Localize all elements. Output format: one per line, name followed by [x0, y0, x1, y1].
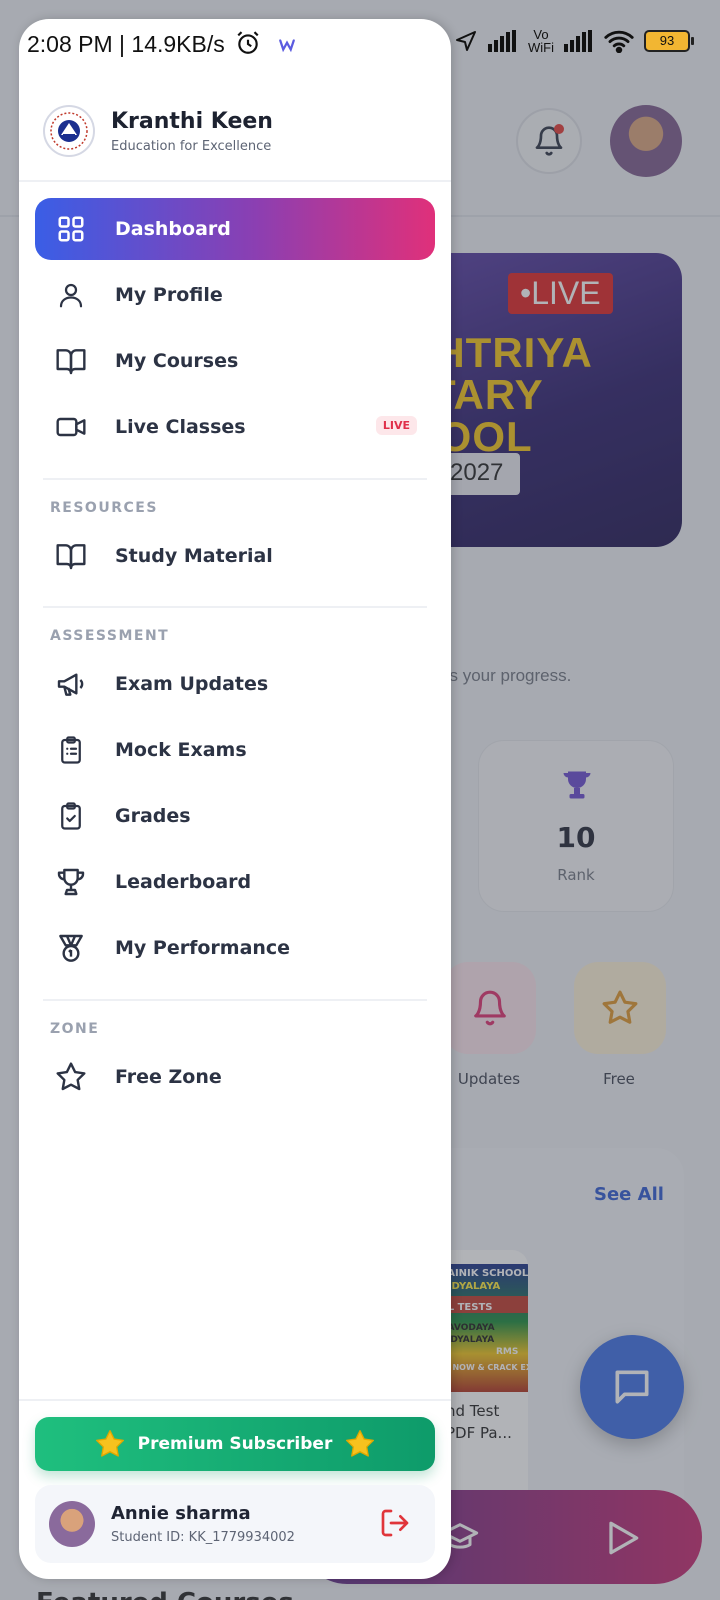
app-w-icon [278, 39, 295, 53]
nav-item-exam-updates[interactable]: Exam Updates [35, 653, 435, 715]
brand-tagline: Education for Excellence [111, 138, 272, 154]
premium-subscriber-badge[interactable]: Premium Subscriber [35, 1417, 435, 1471]
user-info: Annie sharma Student ID: KK_1779934002 [111, 1503, 295, 1545]
clipboard-check-icon [51, 796, 91, 836]
nav-item-label: Dashboard [115, 218, 231, 240]
section-title-resources: RESOURCES [50, 500, 158, 516]
megaphone-icon [51, 664, 91, 704]
star-icon [95, 1430, 124, 1457]
user-name: Annie sharma [111, 1503, 251, 1524]
wifi-icon [604, 30, 634, 53]
brand-divider [19, 180, 451, 182]
academy-logo [43, 105, 95, 157]
nav-item-free-zone[interactable]: Free Zone [35, 1046, 435, 1108]
section-divider [43, 606, 427, 608]
vowifi-bottom: WiFi [528, 40, 554, 55]
logout-icon[interactable] [379, 1507, 411, 1539]
brand-name: Kranthi Keen [111, 108, 273, 134]
status-time: 2:08 PM | 14.9KB/s [27, 30, 296, 58]
grid-icon [51, 209, 91, 249]
signal-icon [564, 30, 592, 52]
nav-item-label: Free Zone [115, 1066, 222, 1088]
nav-item-label: My Performance [115, 937, 291, 959]
section-title-assessment: ASSESSMENT [50, 628, 170, 644]
nav-item-label: Mock Exams [115, 739, 247, 761]
trophy-icon [51, 862, 91, 902]
clipboard-list-icon [51, 730, 91, 770]
nav-item-live-classes[interactable]: Live Classes LIVE [35, 396, 435, 458]
nav-item-label: Exam Updates [115, 673, 269, 695]
star-icon [346, 1430, 375, 1457]
user-card[interactable]: Annie sharma Student ID: KK_1779934002 [35, 1485, 435, 1563]
nav-item-label: Live Classes [115, 416, 246, 438]
location-arrow-icon [456, 31, 476, 51]
nav-item-label: My Profile [115, 284, 223, 306]
nav-item-label: Leaderboard [115, 871, 252, 893]
signal-icon [488, 30, 516, 52]
star-icon [51, 1057, 91, 1097]
brand-header: Kranthi Keen Education for Excellence [43, 105, 273, 157]
nav-item-grades[interactable]: Grades [35, 785, 435, 847]
alarm-icon [237, 31, 259, 54]
status-icons: Vo WiFi 93 [454, 28, 694, 54]
live-badge: LIVE [375, 416, 417, 435]
battery-indicator: 93 [644, 30, 694, 52]
user-avatar [49, 1501, 95, 1547]
section-divider [43, 999, 427, 1001]
book-open-icon [51, 536, 91, 576]
section-divider [43, 478, 427, 480]
academy-logo-icon [50, 112, 88, 150]
brand-text: Kranthi Keen Education for Excellence [111, 109, 273, 154]
nav-item-label: Study Material [115, 545, 273, 567]
medal-icon [51, 928, 91, 968]
status-bar: 2:08 PM | 14.9KB/s Vo WiFi 93 [0, 0, 720, 84]
nav-item-my-profile[interactable]: My Profile [35, 264, 435, 326]
nav-item-my-courses[interactable]: My Courses [35, 330, 435, 392]
nav-item-my-performance[interactable]: My Performance [35, 917, 435, 979]
nav-item-label: My Courses [115, 350, 239, 372]
student-id: Student ID: KK_1779934002 [111, 1530, 295, 1545]
vowifi-indicator: Vo WiFi [528, 28, 554, 54]
video-icon [51, 407, 91, 447]
nav-item-mock-exams[interactable]: Mock Exams [35, 719, 435, 781]
navigation-drawer: Kranthi Keen Education for Excellence Da… [19, 19, 451, 1579]
footer-divider [19, 1399, 451, 1401]
premium-label: Premium Subscriber [137, 1434, 333, 1454]
status-time-text: 2:08 PM | 14.9KB/s [27, 31, 225, 57]
nav-item-study-material[interactable]: Study Material [35, 525, 435, 587]
nav-item-dashboard[interactable]: Dashboard [35, 198, 435, 260]
user-icon [51, 275, 91, 315]
section-title-zone: ZONE [50, 1021, 100, 1037]
book-open-icon [51, 341, 91, 381]
nav-item-label: Grades [115, 805, 191, 827]
nav-item-leaderboard[interactable]: Leaderboard [35, 851, 435, 913]
